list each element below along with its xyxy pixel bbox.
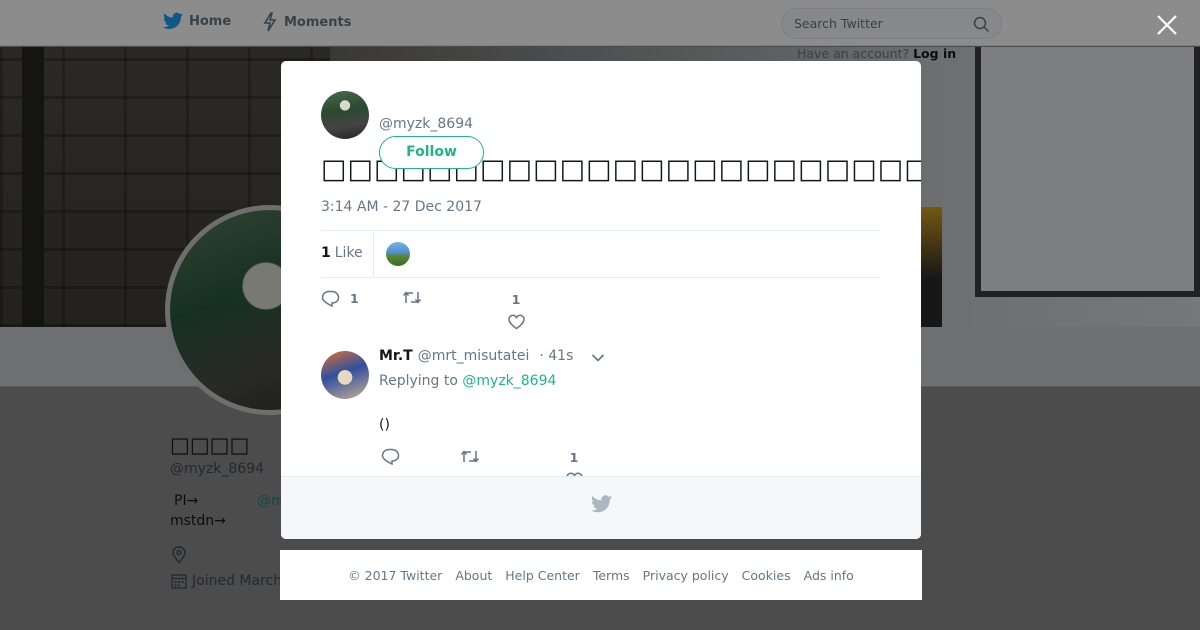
reply-like-count: 1: [569, 450, 579, 465]
reply-reply-action[interactable]: [381, 448, 400, 465]
tweet-timestamp[interactable]: 3:14 AM - 27 Dec 2017: [321, 199, 482, 215]
heart-icon: [507, 314, 525, 330]
footer-link-about[interactable]: About: [455, 568, 492, 583]
footer-link-help-center[interactable]: Help Center: [505, 568, 580, 583]
replying-to-handle[interactable]: @myzk_8694: [462, 373, 556, 389]
retweet-action[interactable]: [402, 290, 432, 305]
reply-text: (): [379, 417, 390, 433]
retweet-icon: [460, 450, 480, 463]
reply-icon: [321, 290, 340, 307]
footer-link-terms[interactable]: Terms: [593, 568, 630, 583]
author-avatar[interactable]: [321, 91, 369, 139]
chevron-down-icon[interactable]: [591, 353, 605, 363]
tweet-modal: @myzk_8694 □□□□□□□□□□□□□□□□□□□□□□□□□□□□□…: [281, 61, 921, 539]
footer-link-ads-info[interactable]: Ads info: [804, 568, 854, 583]
stats-divider: [373, 231, 374, 277]
likes-count: 1: [321, 245, 331, 261]
reply-header: Mr.T @mrt_misutatei · 41s: [379, 348, 573, 364]
follow-button[interactable]: Follow: [379, 136, 484, 169]
footer-link-privacy[interactable]: Privacy policy: [643, 568, 729, 583]
like-action[interactable]: 1: [507, 292, 525, 333]
reply-icon: [381, 448, 400, 465]
replying-to: Replying to @myzk_8694: [379, 373, 556, 389]
author-handle[interactable]: @myzk_8694: [379, 116, 473, 132]
like-count: 1: [511, 292, 521, 307]
liker-avatar[interactable]: [386, 242, 410, 266]
reply-author-avatar[interactable]: [321, 351, 369, 399]
footer-link-cookies[interactable]: Cookies: [742, 568, 791, 583]
reply-handle[interactable]: @mrt_misutatei: [418, 348, 530, 364]
reply-time[interactable]: · 41s: [539, 348, 573, 364]
footer-copyright: © 2017 Twitter: [348, 567, 443, 583]
reply-count: 1: [350, 291, 359, 306]
close-icon[interactable]: [1154, 12, 1180, 38]
reply-retweet-action[interactable]: [460, 449, 480, 464]
site-footer: © 2017 Twitter About Help Center Terms P…: [280, 550, 922, 600]
likes-stat[interactable]: 1 Like: [321, 245, 363, 261]
reply-action[interactable]: 1: [321, 290, 359, 307]
modal-footer: [281, 476, 921, 539]
retweet-icon: [402, 291, 422, 304]
likes-label: Like: [334, 245, 363, 261]
twitter-bird-icon: [591, 495, 612, 513]
tweet-stats: 1 Like: [321, 230, 881, 278]
reply-fullname[interactable]: Mr.T: [379, 348, 413, 364]
replying-to-label: Replying to: [379, 373, 458, 389]
